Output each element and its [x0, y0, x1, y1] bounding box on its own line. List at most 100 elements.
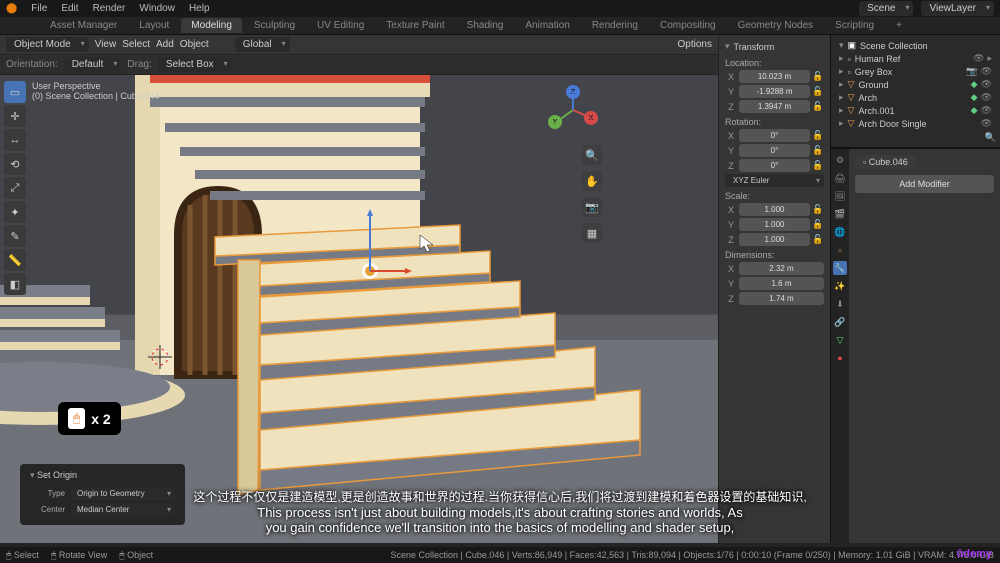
ws-geo[interactable]: Geometry Nodes	[728, 18, 824, 33]
tool-rotate[interactable]: ⟲	[4, 153, 26, 175]
eye-icon[interactable]: 👁	[973, 53, 984, 64]
eye-icon[interactable]: 👁	[981, 92, 992, 103]
transform-header[interactable]: Transform	[725, 41, 824, 52]
hdr-add[interactable]: Add	[156, 39, 174, 50]
rot-y[interactable]: 0°	[739, 144, 810, 157]
ws-uv[interactable]: UV Editing	[307, 18, 374, 33]
tab-constraints[interactable]: 🔗	[833, 315, 847, 329]
menu-window[interactable]: Window	[139, 3, 175, 14]
loc-z[interactable]: 1.3947 m	[739, 100, 810, 113]
tab-mesh[interactable]: ▽	[833, 333, 847, 347]
ws-asset[interactable]: Asset Manager	[40, 18, 127, 33]
tool-cursor[interactable]: ✛	[4, 105, 26, 127]
tool-scale[interactable]: ⤢	[4, 177, 26, 199]
lock-icon[interactable]: 🔓	[812, 86, 824, 97]
eye-icon[interactable]: 👁	[981, 79, 992, 90]
scale-x[interactable]: 1.000	[739, 203, 810, 216]
menu-file[interactable]: File	[31, 3, 47, 14]
outliner-item[interactable]: ▸▽Arch.001◆👁	[835, 104, 996, 117]
header-options[interactable]: Options	[678, 39, 712, 50]
lock-icon[interactable]: 🔓	[812, 71, 824, 82]
lock-icon[interactable]: 🔓	[812, 219, 824, 230]
outliner-item[interactable]: ▸▽Arch◆👁	[835, 91, 996, 104]
eye-icon[interactable]: 👁	[981, 66, 992, 77]
ws-sculpt[interactable]: Sculpting	[244, 18, 305, 33]
tab-output[interactable]: 🖨	[833, 171, 847, 185]
lock-icon[interactable]: 🔓	[812, 145, 824, 156]
status-bar: 🖱 Select 🖱 Rotate View 🖱 Object Scene Co…	[0, 547, 1000, 563]
lock-icon[interactable]: 🔓	[812, 234, 824, 245]
rot-x[interactable]: 0°	[739, 129, 810, 142]
viewlayer-selector[interactable]: ViewLayer	[921, 1, 994, 16]
nav-persp-icon[interactable]: ▦	[582, 223, 602, 243]
ws-shading[interactable]: Shading	[457, 18, 514, 33]
orient-value[interactable]: Default	[64, 57, 122, 72]
tool-annotate[interactable]: ✎	[4, 225, 26, 247]
tab-material[interactable]: ●	[833, 351, 847, 365]
outliner-item[interactable]: ▸▫Grey Box📷👁	[835, 65, 996, 78]
nav-camera-icon[interactable]: 📷	[582, 197, 602, 217]
ws-texpaint[interactable]: Texture Paint	[376, 18, 454, 33]
orientation-global[interactable]: Global	[235, 37, 290, 52]
tab-render[interactable]: ⚙	[833, 153, 847, 167]
tab-scene[interactable]: 🎬	[833, 207, 847, 221]
menu-help[interactable]: Help	[189, 3, 210, 14]
tab-world[interactable]: 🌐	[833, 225, 847, 239]
ws-script[interactable]: Scripting	[825, 18, 884, 33]
redo-title[interactable]: Set Origin	[30, 470, 175, 481]
select-icon[interactable]: ▸	[987, 53, 992, 64]
viewport-3d[interactable]: Object Mode View Select Add Object Globa…	[0, 35, 718, 543]
ws-layout[interactable]: Layout	[129, 18, 179, 33]
eye-icon[interactable]: 👁	[981, 118, 992, 129]
nav-gizmo[interactable]: Y Z X	[546, 83, 600, 137]
outliner-item[interactable]: ▸▽Arch Door Single👁	[835, 117, 996, 130]
scene-selector[interactable]: Scene	[859, 1, 913, 16]
tool-measure[interactable]: 📏	[4, 249, 26, 271]
dim-z[interactable]: 1.74 m	[739, 292, 824, 305]
tab-object[interactable]: ▫	[833, 243, 847, 257]
hdr-select[interactable]: Select	[122, 39, 150, 50]
rot-mode[interactable]: XYZ Euler	[725, 174, 824, 187]
outliner-scene[interactable]: ▾▣Scene Collection	[835, 39, 996, 52]
menu-render[interactable]: Render	[93, 3, 126, 14]
ws-add[interactable]: +	[886, 18, 912, 33]
tab-view[interactable]: 🖼	[833, 189, 847, 203]
lock-icon[interactable]: 🔓	[812, 130, 824, 141]
scale-z[interactable]: 1.000	[739, 233, 810, 246]
ws-render[interactable]: Rendering	[582, 18, 648, 33]
rot-z[interactable]: 0°	[739, 159, 810, 172]
hdr-object[interactable]: Object	[180, 39, 209, 50]
nav-pan-icon[interactable]: ✋	[582, 171, 602, 191]
select-mode[interactable]: Select Box	[158, 57, 232, 72]
outliner-item[interactable]: ▸▫Human Ref👁▸	[835, 52, 996, 65]
loc-x[interactable]: 10.023 m	[739, 70, 810, 83]
tool-transform[interactable]: ✦	[4, 201, 26, 223]
tab-particles[interactable]: ✨	[833, 279, 847, 293]
ws-modeling[interactable]: Modeling	[181, 18, 242, 33]
lock-icon[interactable]: 🔓	[812, 101, 824, 112]
tab-physics[interactable]: ⬇	[833, 297, 847, 311]
lock-icon[interactable]: 🔓	[812, 204, 824, 215]
outliner: ▾▣Scene Collection ▸▫Human Ref👁▸ ▸▫Grey …	[831, 35, 1000, 148]
dim-x[interactable]: 2.32 m	[739, 262, 824, 275]
tool-move[interactable]: ↔	[4, 129, 26, 151]
ws-anim[interactable]: Animation	[515, 18, 579, 33]
mode-selector[interactable]: Object Mode	[6, 37, 89, 52]
nav-zoom-icon[interactable]: 🔍	[582, 145, 602, 165]
ws-comp[interactable]: Compositing	[650, 18, 726, 33]
eye-icon[interactable]: 👁	[981, 105, 992, 116]
scale-y[interactable]: 1.000	[739, 218, 810, 231]
tool-addcube[interactable]: ◧	[4, 273, 26, 295]
tool-select[interactable]: ▭	[4, 81, 26, 103]
hdr-view[interactable]: View	[95, 39, 117, 50]
add-modifier-button[interactable]: Add Modifier	[855, 175, 994, 193]
loc-y[interactable]: -1.9288 m	[739, 85, 810, 98]
scale-label: Scale:	[725, 191, 824, 201]
dim-y[interactable]: 1.6 m	[739, 277, 824, 290]
menu-edit[interactable]: Edit	[61, 3, 78, 14]
lock-icon[interactable]: 🔓	[812, 160, 824, 171]
cube-breadcrumb[interactable]: ▫ Cube.046	[855, 155, 916, 169]
outliner-item[interactable]: ▸▽Ground◆👁	[835, 78, 996, 91]
tab-modifiers[interactable]: 🔧	[833, 261, 847, 275]
search-icon[interactable]: 🔍	[985, 132, 996, 142]
